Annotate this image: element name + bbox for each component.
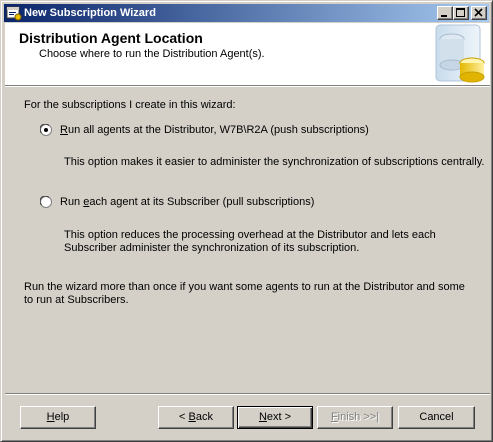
database-graphic-icon [435,24,485,83]
option-push-description: This option makes it easier to administe… [64,156,485,168]
option-push-label: Run all agents at the Distributor, W7B\R… [60,124,369,136]
next-button[interactable]: Next > [237,406,313,429]
option-pull-description: This option reduces the processing overh… [64,229,436,254]
footer-note: Run the wizard more than once if you wan… [24,281,465,306]
cancel-button[interactable]: Cancel [398,406,475,429]
help-button[interactable]: Help [20,406,96,429]
maximize-icon [456,8,465,17]
wizard-app-icon [6,5,22,21]
back-button[interactable]: < Back [158,406,234,429]
page-subtitle: Choose where to run the Distribution Age… [39,48,265,60]
option-pull-label: Run each agent at its Subscriber (pull s… [60,196,315,208]
title-bar[interactable]: New Subscription Wizard [4,4,489,22]
radio-unselected-icon[interactable] [40,196,52,208]
header-divider [5,85,490,87]
minimize-button[interactable] [437,6,453,20]
footer-divider [5,393,490,395]
radio-selected-icon[interactable] [40,124,52,136]
intro-text: For the subscriptions I create in this w… [24,99,236,111]
window-title: New Subscription Wizard [24,7,156,19]
minimize-icon [441,15,447,17]
finish-button[interactable]: Finish >>| [317,406,393,429]
wizard-header: Distribution Agent Location Choose where… [5,23,490,85]
close-button[interactable] [471,6,487,20]
maximize-button[interactable] [453,6,469,20]
close-icon [474,8,483,17]
wizard-window: New Subscription Wizard Distribution Age… [0,0,493,442]
page-title: Distribution Agent Location [19,30,203,46]
